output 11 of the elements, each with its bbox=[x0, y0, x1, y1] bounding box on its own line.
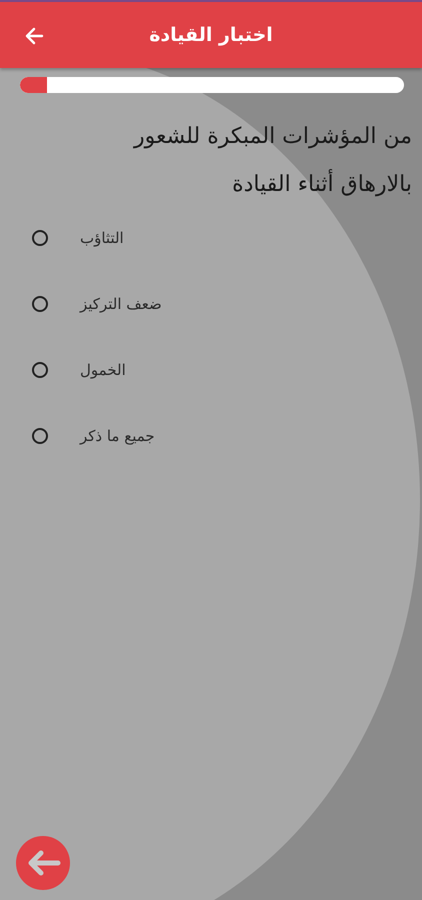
option-label: التثاؤب bbox=[80, 229, 124, 247]
radio-button[interactable] bbox=[32, 362, 48, 378]
radio-button[interactable] bbox=[32, 296, 48, 312]
option-label: جميع ما ذكر bbox=[80, 427, 155, 445]
option-label: ضعف التركيز bbox=[80, 295, 162, 313]
radio-button[interactable] bbox=[32, 428, 48, 444]
question-text: من المؤشرات المبكرة للشعور بالارهاق أثناء القيادة bbox=[132, 123, 412, 199]
back-arrow-icon[interactable] bbox=[24, 26, 44, 46]
screen-title: اختبار القيادة bbox=[149, 24, 273, 46]
radio-button[interactable] bbox=[32, 230, 48, 246]
option-label: الخمول bbox=[80, 361, 126, 379]
